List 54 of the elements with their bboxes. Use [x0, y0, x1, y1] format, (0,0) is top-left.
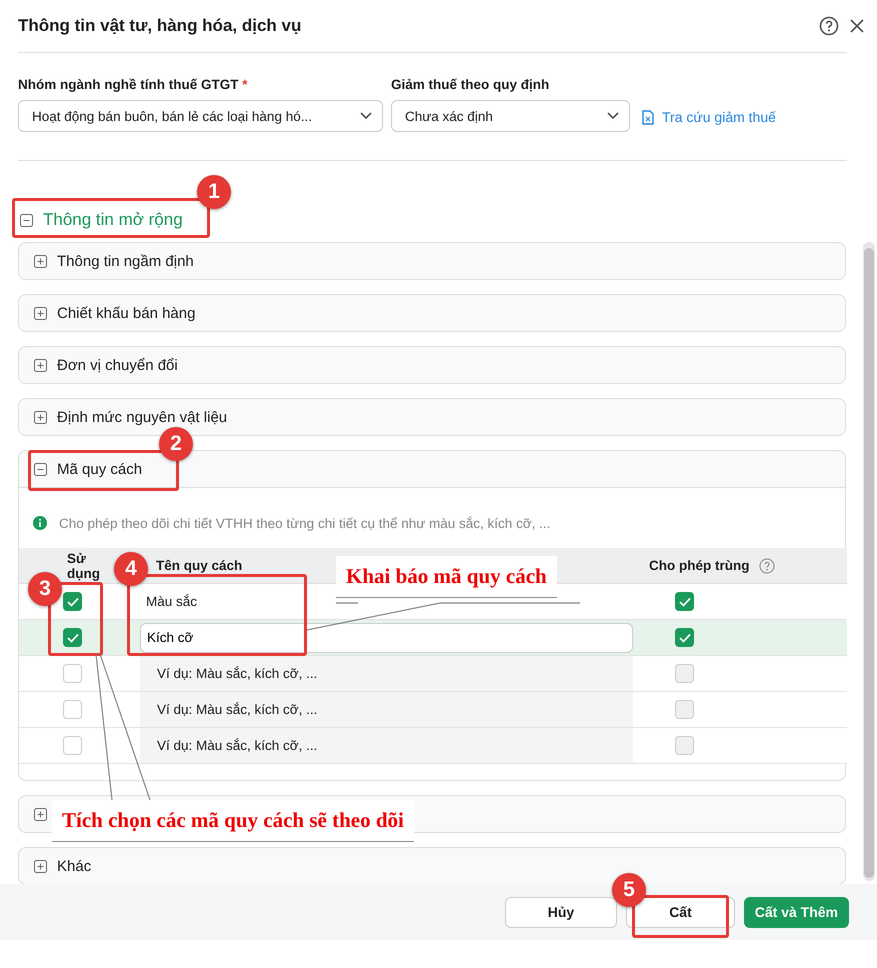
dialog-button[interactable]: Hủy [504, 896, 618, 928]
checkbox[interactable] [63, 736, 82, 755]
expand-icon[interactable] [34, 410, 47, 424]
step-badge: 1 [197, 175, 231, 209]
info-icon [33, 516, 47, 530]
expand-icon[interactable] [34, 860, 47, 872]
callout-text: Khai báo mã quy cách [336, 556, 557, 598]
panel-title[interactable]: Mã quy cách [57, 460, 142, 478]
placeholder-text[interactable]: Ví dụ: Màu sắc, kích cỡ, ... [140, 692, 633, 727]
section-title[interactable]: Thông tin mở rộng [43, 210, 183, 230]
placeholder-text[interactable]: Ví dụ: Màu sắc, kích cỡ, ... [140, 656, 633, 691]
help-icon[interactable] [819, 16, 839, 36]
save-and-add-button[interactable]: Cất và Thêm [744, 896, 849, 928]
input-field[interactable]: Kích cỡ [140, 622, 633, 652]
callout-text: Tích chọn các mã quy cách sẽ theo dõi [52, 800, 414, 842]
checkbox[interactable] [675, 700, 694, 719]
field-label: Nhóm ngành nghề tính thuế GTGT * [18, 77, 249, 92]
expand-icon[interactable] [34, 254, 47, 268]
document-icon [642, 110, 654, 124]
check-icon [66, 596, 78, 606]
checkbox[interactable] [63, 700, 82, 719]
dropdown-field[interactable]: Chưa xác định [391, 100, 630, 132]
placeholder-text[interactable]: Ví dụ: Màu sắc, kích cỡ, ... [140, 728, 633, 763]
panel-title[interactable]: Định mức nguyên vật liệu [57, 408, 228, 426]
checkbox[interactable] [63, 592, 82, 611]
panel-title[interactable]: Đơn vị chuyển đổi [57, 356, 178, 374]
checkbox[interactable] [675, 628, 694, 647]
panel-title[interactable]: Chiết khấu bán hàng [57, 304, 196, 322]
expand-icon[interactable] [34, 358, 47, 372]
panel-title[interactable]: Khác [57, 858, 92, 874]
dialog-title: Thông tin vật tư, hàng hóa, dịch vụ [18, 16, 302, 36]
collapse-icon[interactable] [20, 214, 33, 226]
checkbox[interactable] [63, 664, 82, 683]
checkbox[interactable] [675, 664, 694, 683]
check-icon [678, 632, 690, 642]
collapse-icon[interactable] [34, 462, 47, 476]
check-icon [66, 632, 78, 642]
scrollbar[interactable] [863, 242, 875, 881]
close-icon[interactable] [849, 18, 865, 34]
checkbox[interactable] [675, 592, 694, 611]
column-header: Cho phép trùng [649, 558, 750, 573]
chevron-down-icon [607, 112, 619, 120]
field-label: Giảm thuế theo quy định [391, 77, 550, 92]
chevron-down-icon [360, 112, 372, 120]
info-text: Cho phép theo dõi chi tiết VTHH theo từng chi tiết cụ thể như màu sắc, kích cỡ, ... [59, 516, 550, 530]
check-icon [678, 596, 690, 606]
lookup-link[interactable]: Tra cứu giảm thuế [642, 102, 776, 132]
table-cell-text: Màu sắc [145, 594, 198, 609]
panel-title[interactable]: Thông tin ngầm định [57, 252, 194, 270]
expand-icon[interactable] [34, 808, 47, 820]
checkbox[interactable] [675, 736, 694, 755]
checkbox[interactable] [63, 628, 82, 647]
expand-icon[interactable] [34, 306, 47, 320]
dropdown-field[interactable]: Hoạt động bán buôn, bán lẻ các loại hàng hó... [18, 100, 383, 132]
